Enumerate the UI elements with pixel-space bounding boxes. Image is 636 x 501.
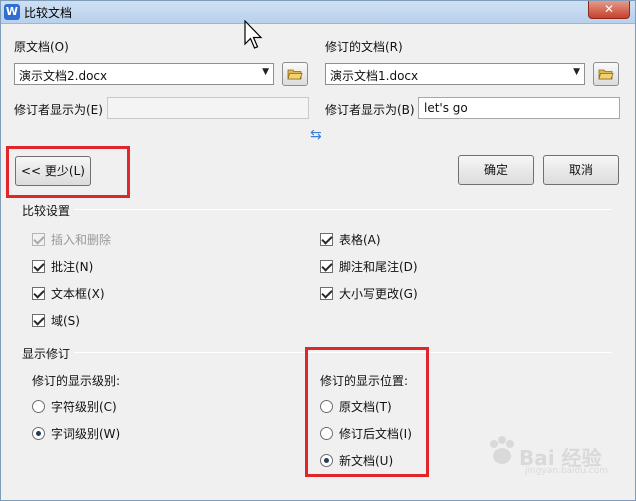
location-original-radio[interactable]: 原文档(T) xyxy=(320,398,392,415)
show-changes-divider xyxy=(20,352,612,353)
case-changes-checkbox[interactable]: 大小写更改(G) xyxy=(320,285,418,302)
location-revised-radio[interactable]: 修订后文档(I) xyxy=(320,425,412,442)
revised-reviewer-input[interactable]: let's go xyxy=(418,97,620,119)
close-button[interactable]: ✕ xyxy=(588,0,630,19)
ok-button[interactable]: 确定 xyxy=(458,155,534,185)
radio-unselected-icon xyxy=(32,400,45,413)
wps-app-icon: W xyxy=(4,4,20,20)
compare-settings-title: 比较设置 xyxy=(22,202,75,219)
checkbox-checked-icon xyxy=(320,260,333,273)
title-bar: W 比较文档 ✕ xyxy=(0,0,636,24)
mouse-cursor-icon xyxy=(244,20,263,49)
fields-checkbox[interactable]: 域(S) xyxy=(32,312,80,329)
cancel-button[interactable]: 取消 xyxy=(543,155,619,185)
less-options-button[interactable]: << 更少(L) xyxy=(15,156,91,186)
revised-reviewer-value: let's go xyxy=(424,101,468,115)
footnotes-checkbox[interactable]: 脚注和尾注(D) xyxy=(320,258,418,275)
original-doc-value: 演示文档2.docx xyxy=(19,69,108,83)
original-browse-button[interactable] xyxy=(282,62,308,86)
show-changes-title: 显示修订 xyxy=(22,345,75,362)
compare-settings-divider xyxy=(20,209,612,210)
radio-selected-icon xyxy=(320,454,333,467)
radio-unselected-icon xyxy=(320,427,333,440)
watermark-url: jingyan.baidu.com xyxy=(525,466,609,476)
insert-delete-checkbox: 插入和删除 xyxy=(32,231,111,248)
textbox-checkbox[interactable]: 文本框(X) xyxy=(32,285,105,302)
checkbox-checked-icon xyxy=(320,233,333,246)
comments-checkbox[interactable]: 批注(N) xyxy=(32,258,93,275)
original-doc-select[interactable]: 演示文档2.docx ▼ xyxy=(14,63,274,85)
chevron-down-icon: ▼ xyxy=(262,67,269,77)
folder-open-icon xyxy=(287,69,303,80)
original-reviewer-label: 修订者显示为(E) xyxy=(14,103,103,117)
word-level-radio[interactable]: 字词级别(W) xyxy=(32,425,120,442)
checkbox-checked-icon xyxy=(32,287,45,300)
chevron-down-icon: ▼ xyxy=(573,67,580,77)
checkbox-checked-icon xyxy=(32,314,45,327)
swap-documents-icon[interactable]: ⇆ xyxy=(310,127,322,143)
revised-reviewer-label: 修订者显示为(B) xyxy=(325,103,415,117)
paw-logo-icon xyxy=(490,436,514,464)
location-new-radio[interactable]: 新文档(U) xyxy=(320,452,393,469)
revised-browse-button[interactable] xyxy=(593,62,619,86)
radio-unselected-icon xyxy=(320,400,333,413)
original-reviewer-input[interactable] xyxy=(107,97,309,119)
checkbox-checked-icon xyxy=(320,287,333,300)
revised-doc-value: 演示文档1.docx xyxy=(330,69,419,83)
radio-selected-icon xyxy=(32,427,45,440)
checkbox-checked-icon xyxy=(32,233,45,246)
baidu-watermark: Bai 经验 jingyan.baidu.com xyxy=(485,428,625,478)
display-location-title: 修订的显示位置: xyxy=(320,374,409,388)
revised-doc-select[interactable]: 演示文档1.docx ▼ xyxy=(325,63,585,85)
original-doc-label: 原文档(O) xyxy=(14,40,69,54)
window-title: 比较文档 xyxy=(24,6,73,20)
folder-open-icon xyxy=(598,69,614,80)
tables-checkbox[interactable]: 表格(A) xyxy=(320,231,381,248)
char-level-radio[interactable]: 字符级别(C) xyxy=(32,398,117,415)
checkbox-checked-icon xyxy=(32,260,45,273)
display-level-title: 修订的显示级别: xyxy=(32,374,121,388)
revised-doc-label: 修订的文档(R) xyxy=(325,40,403,54)
